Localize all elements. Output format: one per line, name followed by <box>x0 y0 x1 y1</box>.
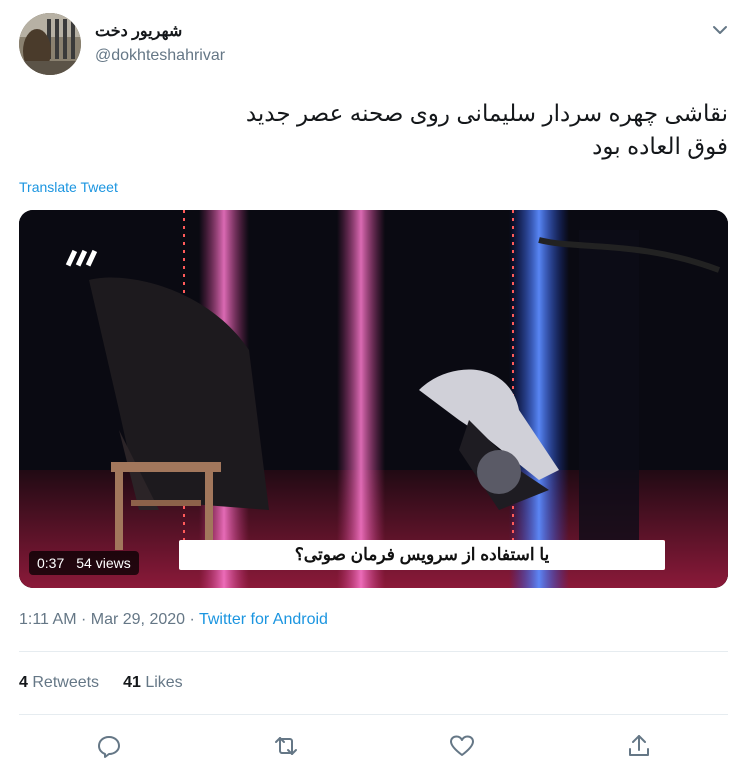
divider <box>19 714 728 715</box>
user-handle[interactable]: @dokhteshahrivar <box>95 46 225 66</box>
meta-separator: · <box>80 611 87 628</box>
meta-separator: · <box>189 611 195 628</box>
likes-count: 41 <box>123 674 141 691</box>
retweets-count: 4 <box>19 674 28 691</box>
retweet-icon[interactable] <box>272 732 300 760</box>
tweet-header: شهریور دخت @dokhteshahrivar <box>19 13 731 75</box>
tweet-text: نقاشی چهره سردار سلیمانی روی صحنه عصر جد… <box>28 97 728 163</box>
video-frame <box>19 210 728 588</box>
reply-icon[interactable] <box>95 732 123 760</box>
likes-stat[interactable]: 41 Likes <box>123 674 183 692</box>
chevron-down-icon[interactable] <box>709 19 731 41</box>
tweet-date[interactable]: Mar 29, 2020 <box>91 611 185 628</box>
tweet-source-link[interactable]: Twitter for Android <box>199 611 328 628</box>
user-info: شهریور دخت @dokhteshahrivar <box>95 22 225 66</box>
heart-icon[interactable] <box>448 732 476 760</box>
video-views: 54 views <box>76 555 131 571</box>
video-caption: یا استفاده از سرویس فرمان صوتی؟ <box>179 540 665 570</box>
video-player[interactable]: یا استفاده از سرویس فرمان صوتی؟ 0:37 54 … <box>19 210 728 588</box>
translate-tweet-link[interactable]: Translate Tweet <box>19 179 118 195</box>
tweet-text-line: نقاشی چهره سردار سلیمانی روی صحنه عصر جد… <box>245 100 728 126</box>
display-name[interactable]: شهریور دخت <box>95 22 225 42</box>
video-info-badge: 0:37 54 views <box>29 551 139 575</box>
divider <box>19 651 728 652</box>
retweets-stat[interactable]: 4 Retweets <box>19 674 99 692</box>
retweets-label: Retweets <box>32 674 100 691</box>
tweet-time[interactable]: 1:11 AM <box>19 611 77 628</box>
video-duration: 0:37 <box>37 555 65 571</box>
tweet-stats: 4 Retweets 41 Likes <box>19 674 183 692</box>
share-icon[interactable] <box>625 732 653 760</box>
tweet-text-line: فوق العاده بود <box>592 133 728 159</box>
tweet-actions <box>19 728 728 764</box>
avatar[interactable] <box>19 13 81 75</box>
likes-label: Likes <box>145 674 183 691</box>
tweet-meta: 1:11 AM · Mar 29, 2020 · Twitter for And… <box>19 611 328 629</box>
